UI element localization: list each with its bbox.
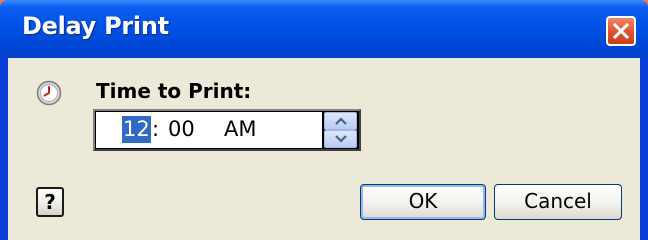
time-input[interactable]: 12 : 00 AM bbox=[93, 109, 361, 151]
title-bar[interactable]: Delay Print bbox=[0, 0, 648, 58]
help-button[interactable]: ? bbox=[36, 187, 64, 217]
spin-down-button[interactable] bbox=[324, 130, 357, 148]
delay-print-dialog: Delay Print Time to Print: 12 : 00 AM ? … bbox=[0, 0, 648, 240]
time-input-text-area[interactable]: 12 : 00 AM bbox=[96, 112, 322, 148]
ok-button[interactable]: OK bbox=[360, 184, 486, 220]
ampm-field[interactable]: AM bbox=[224, 117, 256, 141]
close-button[interactable] bbox=[606, 16, 636, 46]
cancel-button[interactable]: Cancel bbox=[494, 184, 622, 220]
arrow-down-icon bbox=[335, 135, 347, 143]
minutes-field[interactable]: 00 bbox=[168, 117, 195, 141]
time-separator: : bbox=[152, 117, 160, 141]
hour-field[interactable]: 12 bbox=[122, 116, 151, 143]
close-icon bbox=[613, 23, 629, 39]
time-to-print-label: Time to Print: bbox=[96, 79, 252, 103]
spin-up-button[interactable] bbox=[324, 112, 357, 130]
clock-icon bbox=[36, 80, 62, 106]
arrow-up-icon bbox=[335, 117, 347, 125]
window-title: Delay Print bbox=[22, 12, 169, 40]
time-spinner bbox=[324, 112, 357, 148]
